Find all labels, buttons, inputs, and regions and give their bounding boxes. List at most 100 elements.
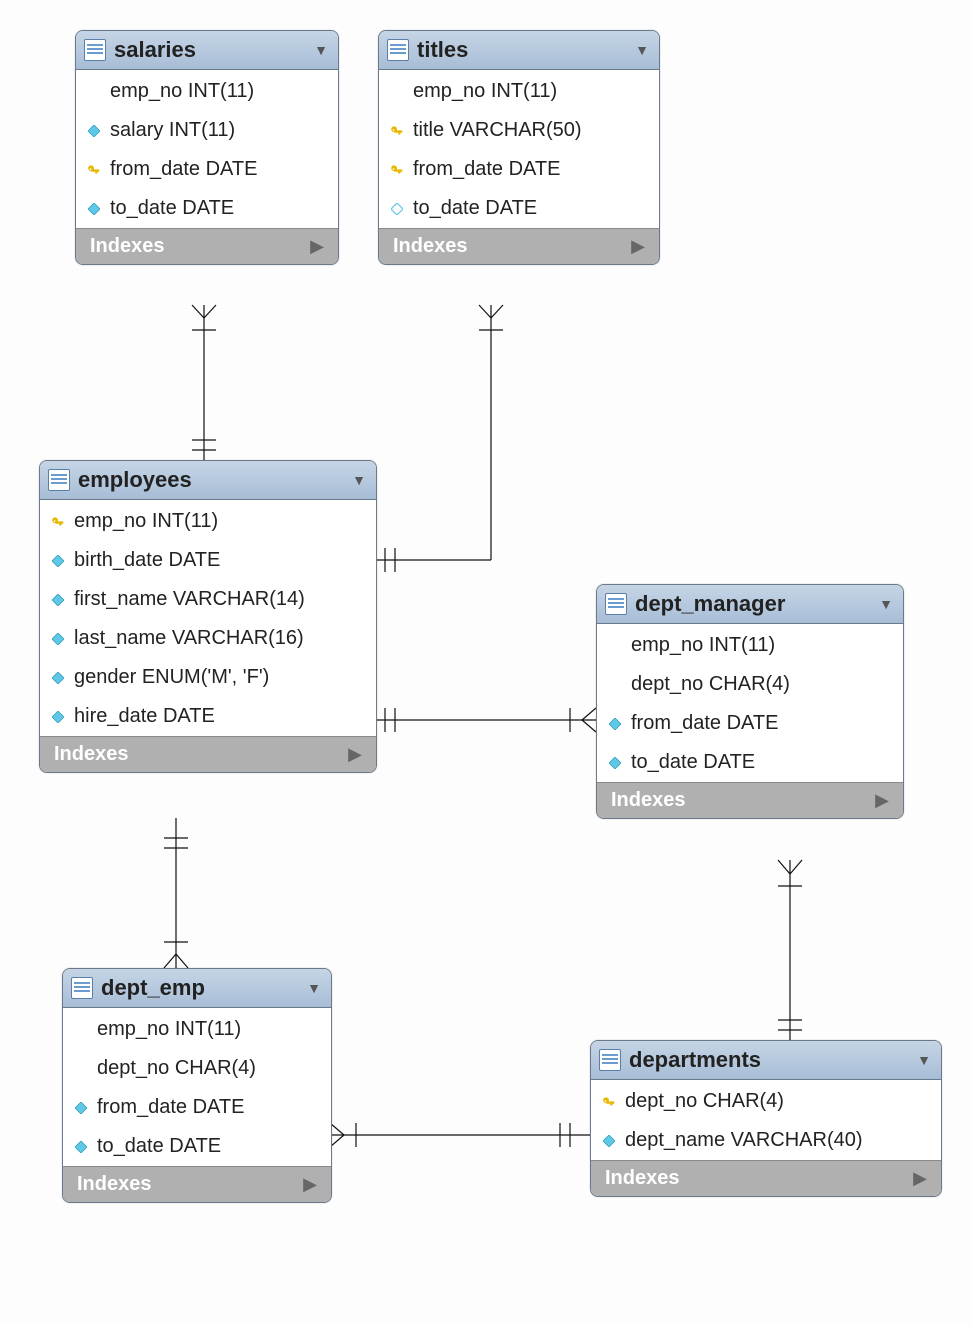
not-null-column-icon <box>50 670 66 686</box>
expand-icon: ▶ <box>631 236 645 257</box>
collapse-icon[interactable]: ▼ <box>879 596 893 612</box>
column-row[interactable]: last_name VARCHAR(16) <box>40 619 376 658</box>
indexes-row[interactable]: Indexes ▶ <box>40 736 376 772</box>
rel-deptemp-employees <box>164 818 188 968</box>
table-employees[interactable]: employees ▼ emp_no INT(11) birth_date DAT… <box>39 460 377 773</box>
column-text: from_date DATE <box>413 158 560 181</box>
column-row[interactable]: gender ENUM('M', 'F') <box>40 658 376 697</box>
column-row[interactable]: emp_no INT(11) <box>40 502 376 541</box>
indexes-label: Indexes <box>77 1173 151 1196</box>
column-text: birth_date DATE <box>74 549 220 572</box>
column-row[interactable]: to_date DATE <box>76 189 338 228</box>
column-row[interactable]: dept_no CHAR(4) <box>63 1049 331 1088</box>
primary-key-icon <box>86 162 102 178</box>
column-row[interactable]: from_date DATE <box>76 150 338 189</box>
collapse-icon[interactable]: ▼ <box>635 42 649 58</box>
collapse-icon[interactable]: ▼ <box>352 472 366 488</box>
column-row[interactable]: dept_name VARCHAR(40) <box>591 1121 941 1160</box>
rel-deptmanager-departments <box>778 860 802 1040</box>
not-null-column-icon <box>73 1100 89 1116</box>
not-null-column-icon <box>86 123 102 139</box>
table-icon <box>84 39 106 61</box>
column-text: emp_no INT(11) <box>74 510 218 533</box>
collapse-icon[interactable]: ▼ <box>314 42 328 58</box>
table-salaries[interactable]: salaries ▼ emp_no INT(11) salary INT(11) f… <box>75 30 339 265</box>
table-icon <box>605 593 627 615</box>
column-text: to_date DATE <box>110 197 234 220</box>
column-row[interactable]: emp_no INT(11) <box>379 72 659 111</box>
column-text: salary INT(11) <box>110 119 235 142</box>
table-title: employees <box>78 467 344 493</box>
indexes-row[interactable]: Indexes ▶ <box>591 1160 941 1196</box>
column-list: emp_no INT(11) birth_date DATE first_name … <box>40 500 376 736</box>
column-text: from_date DATE <box>110 158 257 181</box>
column-row[interactable]: emp_no INT(11) <box>76 72 338 111</box>
column-row[interactable]: title VARCHAR(50) <box>379 111 659 150</box>
table-header-departments[interactable]: departments ▼ <box>591 1041 941 1080</box>
table-header-dept-emp[interactable]: dept_emp ▼ <box>63 969 331 1008</box>
column-text: dept_no CHAR(4) <box>631 673 790 696</box>
column-text: emp_no INT(11) <box>413 80 557 103</box>
rel-titles-employees <box>375 305 503 572</box>
column-text: first_name VARCHAR(14) <box>74 588 305 611</box>
column-text: dept_name VARCHAR(40) <box>625 1129 863 1152</box>
table-departments[interactable]: departments ▼ dept_no CHAR(4) dept_name V… <box>590 1040 942 1197</box>
column-text: to_date DATE <box>413 197 537 220</box>
collapse-icon[interactable]: ▼ <box>917 1052 931 1068</box>
column-row[interactable]: first_name VARCHAR(14) <box>40 580 376 619</box>
column-text: to_date DATE <box>97 1135 221 1158</box>
primary-key-icon <box>389 162 405 178</box>
column-list: emp_no INT(11) dept_no CHAR(4) from_date … <box>63 1008 331 1166</box>
indexes-label: Indexes <box>393 235 467 258</box>
column-text: last_name VARCHAR(16) <box>74 627 304 650</box>
column-row[interactable]: dept_no CHAR(4) <box>591 1082 941 1121</box>
table-header-salaries[interactable]: salaries ▼ <box>76 31 338 70</box>
table-titles[interactable]: titles ▼ emp_no INT(11) title VARCHAR(50)… <box>378 30 660 265</box>
table-title: departments <box>629 1047 909 1073</box>
column-row[interactable]: from_date DATE <box>63 1088 331 1127</box>
column-row[interactable]: hire_date DATE <box>40 697 376 736</box>
indexes-row[interactable]: Indexes ▶ <box>597 782 903 818</box>
column-row[interactable]: emp_no INT(11) <box>63 1010 331 1049</box>
column-row[interactable]: birth_date DATE <box>40 541 376 580</box>
column-row[interactable]: from_date DATE <box>597 704 903 743</box>
column-row[interactable]: to_date DATE <box>379 189 659 228</box>
table-title: titles <box>417 37 627 63</box>
expand-icon: ▶ <box>310 236 324 257</box>
column-text: from_date DATE <box>97 1096 244 1119</box>
rel-salaries-employees <box>192 305 216 460</box>
indexes-label: Indexes <box>90 235 164 258</box>
table-icon <box>71 977 93 999</box>
column-text: title VARCHAR(50) <box>413 119 582 142</box>
indexes-label: Indexes <box>605 1167 679 1190</box>
column-row[interactable]: salary INT(11) <box>76 111 338 150</box>
primary-key-icon <box>601 1094 617 1110</box>
table-header-dept-manager[interactable]: dept_manager ▼ <box>597 585 903 624</box>
column-text: emp_no INT(11) <box>110 80 254 103</box>
indexes-row[interactable]: Indexes ▶ <box>379 228 659 264</box>
column-row[interactable]: to_date DATE <box>597 743 903 782</box>
table-header-titles[interactable]: titles ▼ <box>379 31 659 70</box>
column-text: from_date DATE <box>631 712 778 735</box>
primary-key-icon <box>50 514 66 530</box>
column-list: emp_no INT(11) title VARCHAR(50) from_date… <box>379 70 659 228</box>
indexes-row[interactable]: Indexes ▶ <box>63 1166 331 1202</box>
column-text: emp_no INT(11) <box>631 634 775 657</box>
expand-icon: ▶ <box>875 790 889 811</box>
collapse-icon[interactable]: ▼ <box>307 980 321 996</box>
not-null-column-icon <box>50 592 66 608</box>
column-list: dept_no CHAR(4) dept_name VARCHAR(40) <box>591 1080 941 1160</box>
expand-icon: ▶ <box>348 744 362 765</box>
column-list: emp_no INT(11) salary INT(11) from_date DA… <box>76 70 338 228</box>
table-dept-manager[interactable]: dept_manager ▼ emp_no INT(11) dept_no CH… <box>596 584 904 819</box>
column-row[interactable]: from_date DATE <box>379 150 659 189</box>
column-row[interactable]: dept_no CHAR(4) <box>597 665 903 704</box>
not-null-column-icon <box>607 755 623 771</box>
column-row[interactable]: to_date DATE <box>63 1127 331 1166</box>
table-title: dept_emp <box>101 975 299 1001</box>
rel-deptmanager-employees <box>375 708 596 732</box>
table-dept-emp[interactable]: dept_emp ▼ emp_no INT(11) dept_no CHAR(4… <box>62 968 332 1203</box>
table-header-employees[interactable]: employees ▼ <box>40 461 376 500</box>
column-row[interactable]: emp_no INT(11) <box>597 626 903 665</box>
indexes-row[interactable]: Indexes ▶ <box>76 228 338 264</box>
